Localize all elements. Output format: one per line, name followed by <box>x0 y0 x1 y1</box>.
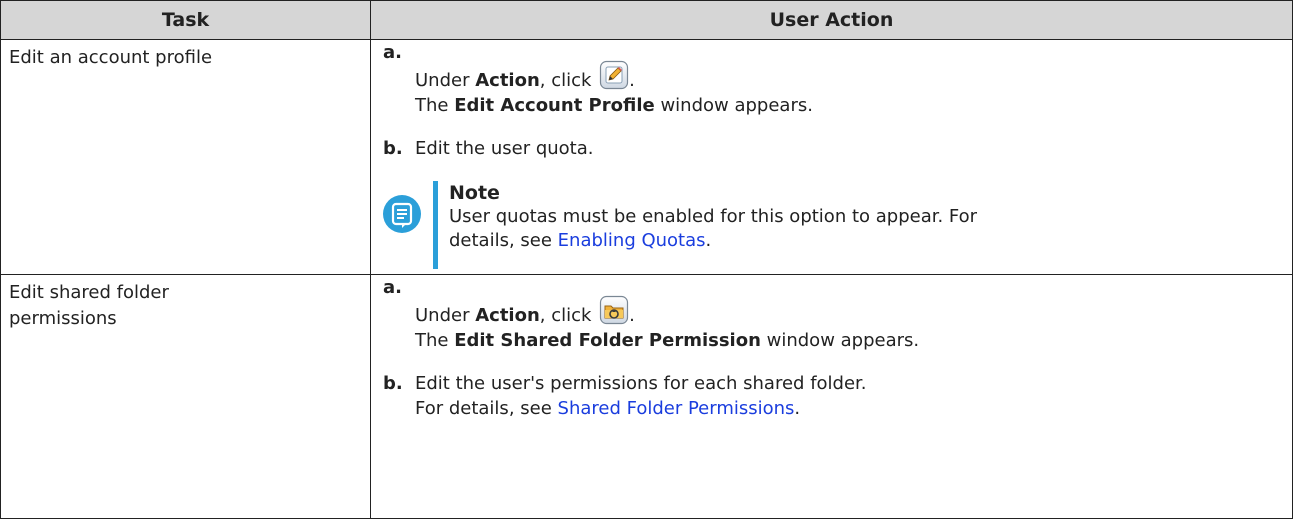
header-row: Task User Action <box>0 0 1293 40</box>
note-icon <box>383 195 421 233</box>
step-a-line1: Under Action, click . <box>415 46 1282 93</box>
step-b: b. Edit the user's permissions for each … <box>383 371 1282 421</box>
task-label-line2: permissions <box>9 308 117 329</box>
note-title: Note <box>449 182 500 204</box>
task-label: Edit an account profile <box>9 47 213 68</box>
table-row: Edit shared folder permissions a. Under … <box>0 274 1293 519</box>
step-b: b. Edit the user quota. <box>383 136 1282 161</box>
step-marker: b. <box>383 138 403 159</box>
task-label-line1: Edit shared folder <box>9 282 169 303</box>
table-row: Edit an account profile a. Under Action,… <box>0 39 1293 275</box>
note-line1: User quotas must be enabled for this opt… <box>449 206 978 227</box>
step-a-line2: The Edit Shared Folder Permission window… <box>415 330 920 351</box>
task-cell: Edit an account profile <box>0 39 371 275</box>
edit-profile-icon[interactable] <box>599 60 629 90</box>
step-marker: b. <box>383 373 403 394</box>
step-a: a. Under Action, click . The Edit Accoun… <box>383 42 1282 118</box>
enabling-quotas-link[interactable]: Enabling Quotas <box>558 230 706 251</box>
note-accent-bar <box>433 181 438 269</box>
note-body: Note User quotas must be enabled for thi… <box>449 181 1209 253</box>
shared-folder-permissions-link[interactable]: Shared Folder Permissions <box>558 398 795 419</box>
header-user-action: User Action <box>370 0 1293 40</box>
step-a: a. Under Action, click . The Edit Shared… <box>383 277 1282 353</box>
task-action-table: Task User Action Edit an account profile… <box>0 0 1293 519</box>
header-task: Task <box>0 0 371 40</box>
step-b-text: Edit the user quota. <box>415 138 594 159</box>
step-marker: a. <box>383 42 402 63</box>
action-cell: a. Under Action, click . The Edit Accoun… <box>370 39 1293 275</box>
shared-folder-permission-icon[interactable] <box>599 295 629 325</box>
step-marker: a. <box>383 277 402 298</box>
action-cell: a. Under Action, click . The Edit Shared… <box>370 274 1293 519</box>
step-a-line1: Under Action, click . <box>415 281 1282 328</box>
step-b-text: Edit the user's permissions for each sha… <box>415 373 867 394</box>
note-line2: details, see Enabling Quotas. <box>449 230 712 251</box>
note-callout: Note User quotas must be enabled for thi… <box>383 181 1282 269</box>
task-cell: Edit shared folder permissions <box>0 274 371 519</box>
step-a-line2: The Edit Account Profile window appears. <box>415 95 813 116</box>
step-b-line2: For details, see Shared Folder Permissio… <box>415 398 801 419</box>
